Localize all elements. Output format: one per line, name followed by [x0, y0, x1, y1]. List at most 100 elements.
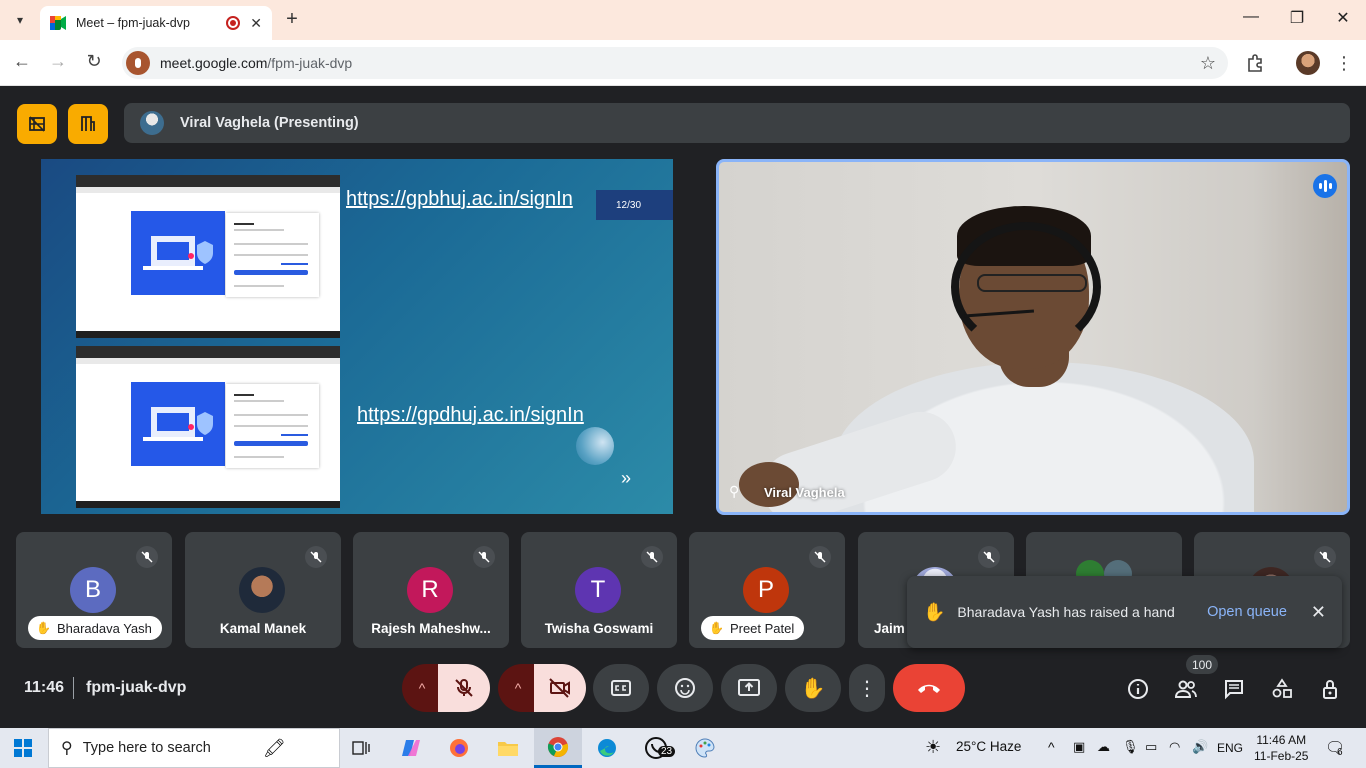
tab-close-icon[interactable]: ✕: [250, 15, 262, 32]
extensions-puzzle-icon[interactable]: [1243, 51, 1267, 75]
language-indicator[interactable]: ENG: [1217, 741, 1243, 755]
taskbar-clock[interactable]: 11:46 AM 11-Feb-25: [1254, 732, 1308, 764]
google-meet-icon: [50, 16, 66, 30]
open-queue-link[interactable]: Open queue: [1207, 604, 1287, 620]
chrome-taskbar-active[interactable]: [534, 728, 582, 768]
raise-hand-button[interactable]: ✋: [785, 664, 841, 712]
file-explorer-icon[interactable]: [493, 734, 523, 762]
microphone-off-button[interactable]: [438, 664, 490, 712]
notification-text: Bharadava Yash has raised a hand: [957, 604, 1175, 620]
presentation-layout-icon[interactable]: [68, 104, 108, 144]
mic-off-icon: [136, 546, 158, 568]
chat-icon: [1225, 680, 1243, 700]
presenting-screen-icon: ⚲: [729, 483, 740, 499]
chrome-icon: [547, 737, 569, 757]
participant-tile[interactable]: T Twisha Goswami: [521, 532, 677, 648]
participant-tile[interactable]: P ✋ Preet Patel: [689, 532, 845, 648]
info-icon: [1128, 679, 1148, 699]
search-placeholder: Type here to search: [82, 740, 211, 756]
copilot-icon[interactable]: [396, 734, 426, 762]
paint-icon[interactable]: [690, 734, 720, 762]
screenshot-login-2: [76, 346, 340, 508]
presenter-label: Viral Vaghela (Presenting): [180, 115, 359, 131]
firefox-icon[interactable]: [444, 734, 474, 762]
bookmark-star-icon[interactable]: ☆: [1200, 53, 1216, 74]
windows-taskbar: ⚲ Type here to search 🖍 23 ☀ 25°C Haze ^…: [0, 728, 1366, 768]
mic-in-use-icon[interactable]: [126, 51, 150, 75]
host-lock-icon: [1323, 680, 1337, 699]
tab-search-icon[interactable]: ▾: [8, 8, 32, 32]
raised-hand-icon: ✋: [923, 601, 946, 622]
reactions-button[interactable]: [657, 664, 713, 712]
raised-hand-icon: ✋: [709, 621, 724, 635]
emoji-icon: [675, 678, 695, 698]
address-text[interactable]: meet.google.com/fpm-juak-dvp: [160, 55, 1200, 71]
show-hidden-icons-chevron[interactable]: ^: [1048, 739, 1055, 755]
windows-start-icon[interactable]: [14, 739, 32, 757]
camera-off-button[interactable]: [534, 664, 586, 712]
mic-off-icon: [455, 679, 473, 697]
video-options-chevron-icon[interactable]: ^: [498, 664, 538, 712]
edge-icon[interactable]: [592, 734, 622, 762]
search-highlight-icon: 🖍: [262, 737, 286, 758]
presented-slide[interactable]: https://gpbhuj.ac.in/signIn https://gpdh…: [41, 159, 673, 514]
chat-button[interactable]: [1221, 676, 1247, 702]
activities-button[interactable]: [1269, 676, 1295, 702]
host-controls-button[interactable]: [1317, 676, 1343, 702]
slide-link-gpbhuj: https://gpbhuj.ac.in/signIn: [346, 188, 573, 210]
slide-page-number: 12/30: [596, 190, 673, 220]
address-bar[interactable]: meet.google.com/fpm-juak-dvp ☆: [122, 47, 1228, 79]
next-slide-chevron-icon: »: [621, 468, 632, 488]
minimize-button[interactable]: —: [1239, 8, 1263, 26]
volume-icon[interactable]: 🔊: [1192, 739, 1208, 755]
people-count-badge: 100: [1186, 655, 1219, 674]
wifi-icon[interactable]: ◠: [1169, 739, 1180, 755]
participant-tile[interactable]: B ✋ Bharadava Yash: [16, 532, 172, 648]
browser-tab-strip: ▾ Meet – fpm-juak-dvp ✕ + — ❐ ✕: [0, 0, 1366, 40]
search-icon: ⚲: [61, 740, 73, 757]
whatsapp-badge: 23: [658, 746, 676, 757]
leave-call-button[interactable]: [893, 664, 965, 712]
present-now-button[interactable]: [721, 664, 777, 712]
weather-text[interactable]: 25°C Haze: [956, 739, 1021, 754]
browser-toolbar: ← → ↻ meet.google.com/fpm-juak-dvp ☆ ⋮: [0, 40, 1366, 86]
screenshot-login-1: [76, 175, 340, 338]
taskbar-search-box[interactable]: ⚲ Type here to search 🖍: [48, 728, 340, 768]
mic-off-icon: [809, 546, 831, 568]
close-notification-icon[interactable]: ✕: [1311, 602, 1326, 623]
forward-arrow-icon[interactable]: →: [46, 51, 70, 72]
people-icon: [1174, 680, 1197, 698]
raised-hand-notification: ✋ Bharadava Yash has raised a hand Open …: [907, 576, 1342, 648]
participant-tile[interactable]: Kamal Manek: [185, 532, 341, 648]
mic-off-icon: [473, 546, 495, 568]
audio-options-chevron-icon[interactable]: ^: [402, 664, 442, 712]
participant-photo: [239, 567, 285, 613]
microphone-tray-icon[interactable]: 🎙: [1122, 739, 1139, 755]
task-view-icon[interactable]: [346, 734, 376, 762]
back-arrow-icon[interactable]: ←: [10, 51, 34, 72]
people-button[interactable]: [1173, 676, 1199, 702]
chrome-menu-icon[interactable]: ⋮: [1332, 51, 1356, 75]
captions-button[interactable]: [593, 664, 649, 712]
participant-tile[interactable]: R Rajesh Maheshw...: [353, 532, 509, 648]
mic-off-icon: [305, 546, 327, 568]
meet-tray-icon[interactable]: ▣: [1073, 739, 1085, 755]
browser-tab-meet[interactable]: Meet – fpm-juak-dvp ✕: [40, 6, 272, 40]
participant-avatar: T: [575, 567, 621, 613]
presenter-avatar: [140, 111, 164, 135]
weather-icon[interactable]: ☀: [925, 737, 941, 758]
presenter-camera-tile[interactable]: ⚲ Viral Vaghela: [716, 159, 1350, 515]
onedrive-cloud-icon[interactable]: ☁: [1097, 739, 1110, 755]
hide-presentation-icon[interactable]: [17, 104, 57, 144]
profile-avatar[interactable]: [1296, 51, 1320, 75]
battery-icon[interactable]: ▭: [1145, 739, 1157, 755]
window-close-button[interactable]: ✕: [1331, 8, 1355, 28]
more-options-button[interactable]: ⋮: [849, 664, 885, 712]
whatsapp-icon[interactable]: 23: [641, 734, 676, 762]
meeting-info-button[interactable]: [1125, 676, 1151, 702]
reload-icon[interactable]: ↻: [82, 51, 106, 72]
signin-card: [226, 213, 319, 297]
new-tab-button[interactable]: +: [282, 8, 302, 31]
maximize-button[interactable]: ❐: [1285, 8, 1309, 28]
raised-hand-icon: ✋: [36, 621, 51, 635]
